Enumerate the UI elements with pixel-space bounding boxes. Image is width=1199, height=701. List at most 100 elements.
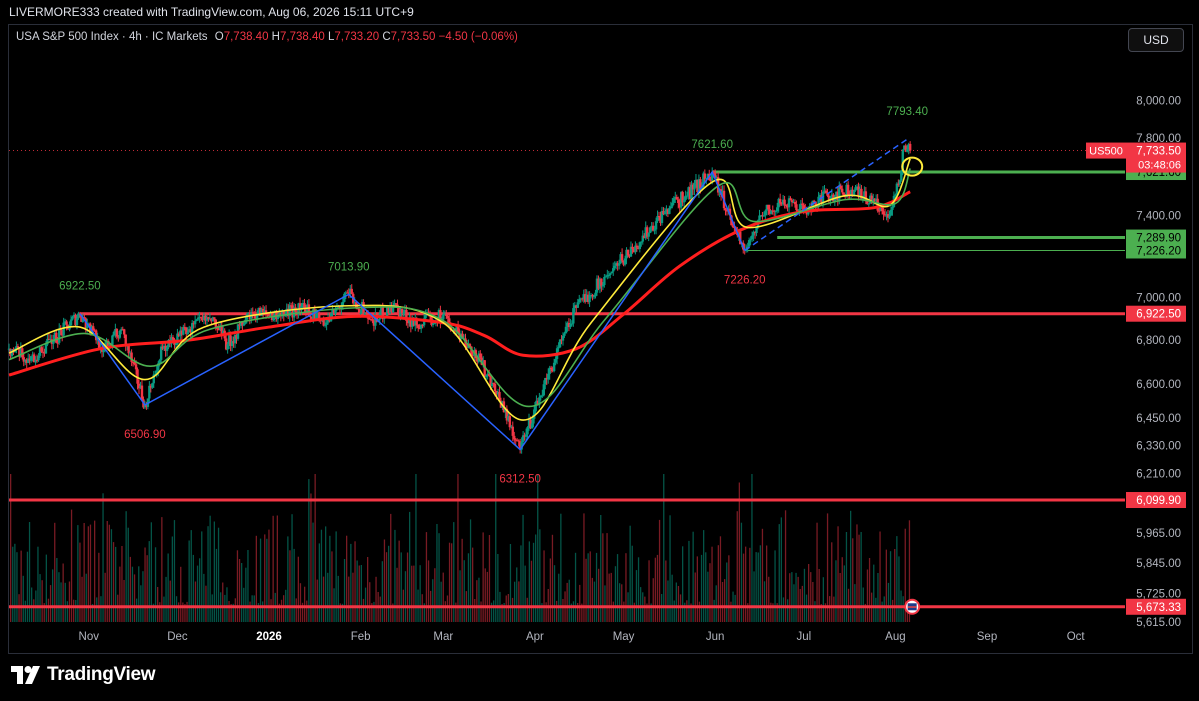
symbol-tag-label: US500 bbox=[1089, 146, 1123, 158]
volume-bar bbox=[682, 546, 684, 622]
volume-bar bbox=[62, 563, 64, 622]
volume-bar bbox=[45, 554, 47, 622]
volume-bar bbox=[33, 599, 35, 622]
trendline-solid bbox=[79, 170, 746, 451]
candle-body bbox=[29, 356, 33, 361]
volume-bar bbox=[472, 547, 474, 622]
volume-bar bbox=[568, 579, 570, 622]
volume-bar bbox=[595, 552, 598, 622]
volume-bar bbox=[362, 598, 365, 622]
volume-bar bbox=[631, 545, 633, 622]
volume-bar bbox=[68, 581, 71, 622]
candle-body bbox=[307, 304, 311, 316]
moving-average-green bbox=[8, 168, 911, 408]
volume-bar bbox=[142, 571, 144, 622]
volume-bar bbox=[20, 550, 22, 622]
volume-bar bbox=[259, 538, 262, 622]
volume-bar bbox=[616, 554, 619, 622]
volume-bar bbox=[266, 538, 268, 622]
volume-bar bbox=[715, 585, 717, 622]
volume-bar bbox=[728, 555, 730, 622]
candle-body bbox=[359, 312, 362, 314]
volume-bar bbox=[98, 552, 100, 622]
candle-body bbox=[417, 324, 420, 328]
volume-bar bbox=[528, 541, 530, 622]
volume-bar bbox=[24, 600, 26, 622]
tradingview-logo[interactable]: TradingView bbox=[11, 662, 156, 688]
candle-body bbox=[549, 367, 553, 370]
volume-bar bbox=[524, 565, 526, 622]
candle-body bbox=[484, 375, 488, 377]
volume-bar bbox=[797, 576, 799, 622]
change-value: −4.50 (−0.06%) bbox=[438, 31, 518, 43]
x-tick-label: Nov bbox=[79, 631, 100, 643]
volume-bar bbox=[843, 565, 845, 622]
candles bbox=[7, 141, 912, 454]
volume-bar bbox=[831, 542, 833, 622]
volume-bar bbox=[381, 561, 383, 622]
candle-body bbox=[445, 314, 448, 316]
candle-body bbox=[554, 359, 557, 363]
volume-bar bbox=[663, 474, 665, 622]
volume-bar bbox=[316, 579, 318, 622]
candle-body bbox=[115, 328, 119, 337]
y-tick-label: 5,845.00 bbox=[1136, 558, 1181, 570]
candle-body bbox=[242, 323, 246, 326]
volume-bar bbox=[766, 545, 768, 622]
volume-bar bbox=[304, 586, 306, 622]
candle-body bbox=[648, 227, 652, 233]
trendlines bbox=[79, 138, 908, 451]
volume-bar bbox=[604, 585, 606, 622]
candle-body bbox=[148, 385, 151, 399]
volume-bar bbox=[822, 577, 824, 622]
volume-bar bbox=[677, 586, 680, 622]
candle-body bbox=[193, 320, 197, 325]
volume-bar bbox=[579, 584, 581, 622]
candle-body bbox=[140, 385, 144, 400]
volume-bar bbox=[868, 558, 871, 622]
candle-body bbox=[767, 204, 770, 210]
moving-averages bbox=[8, 158, 911, 421]
volume-bar bbox=[591, 577, 593, 622]
candle-body bbox=[37, 355, 40, 361]
volume-bar bbox=[742, 553, 745, 622]
volume-bar bbox=[480, 601, 482, 622]
candlestick-chart[interactable]: 6922.50 6506.90 7013.90 6312.50 7621.60 7226.… bbox=[0, 0, 1199, 701]
us-flag-icon bbox=[904, 598, 921, 615]
candle-body bbox=[877, 210, 881, 212]
volume-bar bbox=[459, 570, 461, 622]
volume-bar bbox=[348, 576, 350, 622]
volume-bar bbox=[675, 582, 677, 622]
currency-button[interactable]: USD bbox=[1128, 28, 1184, 52]
candle-body bbox=[747, 240, 751, 247]
candle-body bbox=[588, 294, 591, 303]
candle-body bbox=[272, 317, 275, 321]
candle-body bbox=[570, 323, 574, 325]
x-tick-label: Apr bbox=[526, 631, 544, 643]
volume-bar bbox=[713, 599, 715, 622]
volume-bar bbox=[41, 580, 43, 622]
volume-bar bbox=[245, 567, 247, 622]
candle-body bbox=[626, 249, 630, 256]
volume-bar bbox=[566, 582, 568, 622]
volume-bar bbox=[331, 551, 333, 622]
volume-bar bbox=[787, 599, 789, 622]
volume-bar bbox=[839, 573, 841, 622]
high-value: 7,738.40 bbox=[279, 31, 325, 43]
volume-bar bbox=[572, 601, 575, 622]
y-tick-label: 8,000.00 bbox=[1136, 96, 1181, 108]
candle-body bbox=[793, 201, 797, 205]
candle-body bbox=[431, 323, 435, 326]
candle-body bbox=[654, 221, 658, 230]
volume-bar bbox=[463, 560, 465, 622]
volume-bar bbox=[47, 598, 50, 622]
candle-body bbox=[58, 328, 61, 343]
candle-body bbox=[123, 329, 126, 335]
candle-body bbox=[508, 416, 512, 428]
candle-body bbox=[112, 331, 116, 336]
volume-bar bbox=[406, 552, 409, 622]
volume-bar bbox=[738, 482, 740, 622]
volume-bar bbox=[310, 493, 312, 622]
volume-bar bbox=[803, 568, 806, 622]
volume-bar bbox=[253, 595, 255, 622]
